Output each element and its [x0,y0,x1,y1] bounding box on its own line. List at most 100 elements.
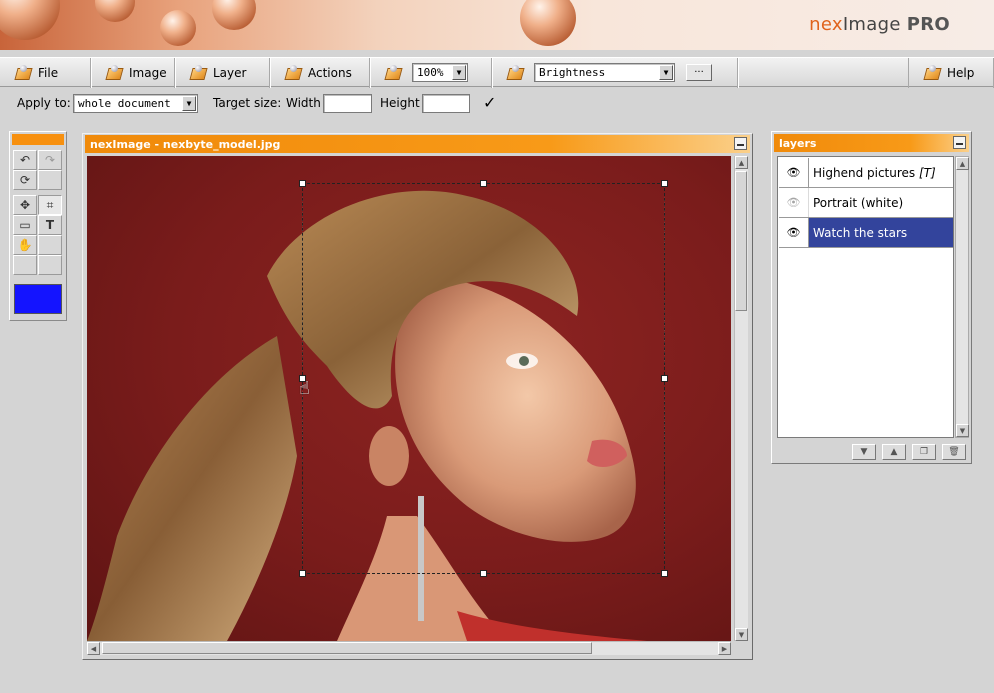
file-icon [14,65,32,81]
delete-layer-button[interactable]: 🗑 [942,444,966,460]
text-glyph: T [45,218,55,232]
hand-tool-icon[interactable]: ✋ [13,235,37,255]
scroll-down-icon[interactable]: ▼ [735,628,748,641]
minimize-icon[interactable] [734,137,747,150]
scroll-up-icon[interactable]: ▲ [735,156,748,169]
image-canvas[interactable]: ☝ [87,156,731,641]
scroll-left-icon[interactable]: ◀ [87,642,100,655]
scroll-thumb[interactable] [102,642,592,654]
arrow-up-icon: ▲ [890,447,898,457]
move-tool-icon[interactable]: ✥ [13,195,37,215]
width-field[interactable] [323,94,372,113]
move-glyph: ✥ [19,198,31,212]
header-banner: nexImage PRO [0,0,994,50]
hand-cursor-icon: ☝ [299,378,310,399]
hand-glyph: ✋ [17,238,33,252]
minimize-icon[interactable] [953,136,966,149]
filter-options-button[interactable]: ··· [686,64,712,81]
empty-tool-slot [38,170,62,190]
foreground-color-swatch[interactable] [14,284,62,314]
menu-actions[interactable]: Actions [270,58,370,88]
redo-icon[interactable]: ↷ [38,150,62,170]
brand-logo: nexImage PRO [809,14,950,35]
marquee-tool-icon[interactable]: ▭ [13,215,37,235]
brand-nex: nex [809,14,843,35]
apply-to-select[interactable]: whole document ▼ [73,94,198,113]
apply-to-label: Apply to: [17,96,71,110]
width-label: Width [286,96,321,110]
menu-image[interactable]: Image [91,58,175,88]
tool-palette-titlebar[interactable] [12,134,64,145]
layer-type-tag: [T] [919,165,936,180]
layer-name-text: Highend pictures [813,165,916,180]
apply-check-button[interactable]: ✓ [483,93,496,112]
text-tool-icon[interactable]: T [38,215,62,235]
decor-sphere [212,0,256,30]
decor-sphere [160,10,196,46]
layer-row-selected[interactable]: 👁 Watch the stars [779,218,953,248]
image-window: nexImage - nexbyte_model.jpg ☝ ▲ ▼ ◀ ▶ [82,133,753,660]
menu-file[interactable]: File [0,58,91,88]
image-window-titlebar[interactable]: nexImage - nexbyte_model.jpg [85,135,750,153]
chevron-down-icon[interactable]: ▼ [659,65,673,80]
empty-tool-slot [13,255,37,275]
resize-handle[interactable] [480,570,487,577]
layers-scrollbar[interactable]: ▲ ▼ [955,156,969,438]
menu-actions-label: Actions [308,66,352,80]
zoom-icon [384,65,402,81]
scroll-up-icon[interactable]: ▲ [956,157,969,170]
image-window-title: nexImage - nexbyte_model.jpg [90,137,281,151]
menu-image-label: Image [129,66,167,80]
empty-tool-slot [38,255,62,275]
layer-row[interactable]: 👁 Portrait (white) [779,188,953,218]
scroll-right-icon[interactable]: ▶ [718,642,731,655]
zoom-select[interactable]: 100% ▼ [412,63,468,82]
vertical-scrollbar[interactable]: ▲ ▼ [734,156,748,641]
trash-icon: 🗑 [948,447,960,457]
target-size-label: Target size: [213,96,282,110]
resize-handle[interactable] [299,570,306,577]
scroll-thumb[interactable] [735,171,747,311]
layer-name: Watch the stars [809,218,953,247]
selection-marquee[interactable] [302,183,665,574]
layers-title: layers [779,136,817,150]
menu-layer-label: Layer [213,66,247,80]
new-layer-icon: ❐ [919,447,929,457]
layer-name: Highend pictures [T] [809,158,953,187]
horizontal-scrollbar[interactable]: ◀ ▶ [87,641,731,655]
new-layer-button[interactable]: ❐ [912,444,936,460]
menu-file-label: File [38,66,59,80]
resize-handle[interactable] [480,180,487,187]
rotate-icon[interactable]: ⟳ [13,170,37,190]
move-layer-up-button[interactable]: ▲ [882,444,906,460]
chevron-down-icon[interactable]: ▼ [452,65,466,80]
eye-icon[interactable]: 👁 [779,188,809,217]
menu-help-label: Help [947,66,975,80]
undo-icon[interactable]: ↶ [13,150,37,170]
height-label: Height [380,96,420,110]
arrow-down-icon: ▼ [860,447,868,457]
crop-tool-icon[interactable]: ⌗ [38,195,62,215]
resize-handle[interactable] [661,180,668,187]
undo-glyph: ↶ [19,153,31,167]
eye-icon[interactable]: 👁 [779,158,809,187]
height-field[interactable] [422,94,470,113]
redo-glyph: ↷ [44,153,56,167]
scroll-down-icon[interactable]: ▼ [956,424,969,437]
help-icon [923,65,941,81]
filter-select[interactable]: Brightness ▼ [534,63,675,82]
chevron-down-icon[interactable]: ▼ [182,96,196,111]
brand-pro: PRO [906,14,950,35]
eye-icon[interactable]: 👁 [779,218,809,247]
menu-layer[interactable]: Layer [175,58,270,88]
layer-row[interactable]: 👁 Highend pictures [T] [779,158,953,188]
menu-help[interactable]: Help [908,58,994,88]
layers-titlebar[interactable]: layers [774,134,969,152]
resize-handle[interactable] [661,570,668,577]
resize-handle[interactable] [299,180,306,187]
marquee-glyph: ▭ [19,218,31,232]
move-layer-down-button[interactable]: ▼ [852,444,876,460]
zoom-value: 100% [417,66,444,79]
layer-name: Portrait (white) [813,195,904,210]
resize-handle[interactable] [661,375,668,382]
